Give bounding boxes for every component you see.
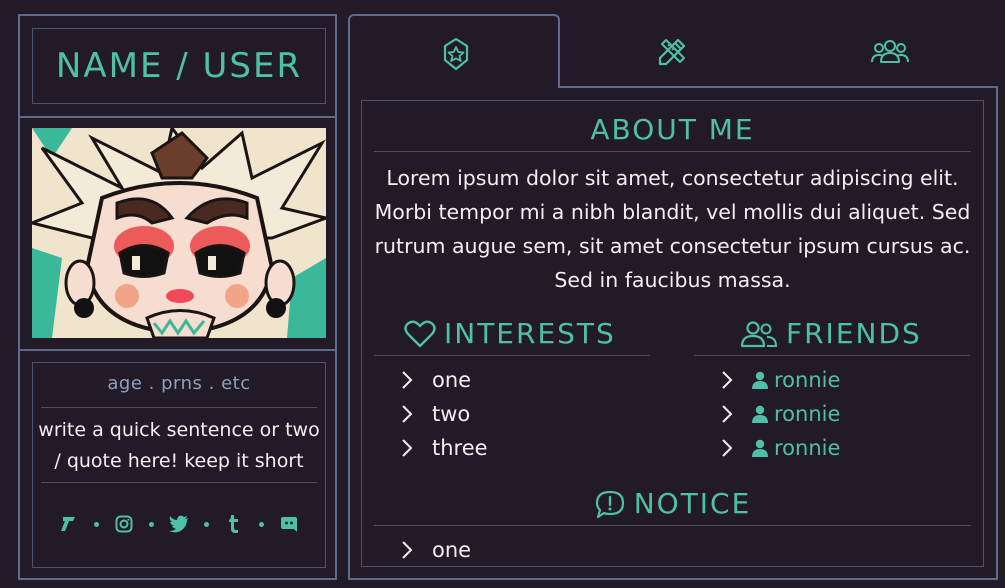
pencil-ruler-icon bbox=[658, 38, 686, 66]
divider bbox=[374, 355, 650, 356]
interest-label: one bbox=[432, 368, 472, 392]
tab-about[interactable] bbox=[348, 14, 560, 88]
user-icon bbox=[752, 439, 768, 457]
friends-list: ronnie ronnie ronnie bbox=[720, 363, 840, 465]
chevron-right-icon bbox=[402, 405, 413, 423]
divider bbox=[374, 525, 971, 526]
name-box: NAME / USER bbox=[32, 28, 326, 104]
friends-heading: FRIENDS bbox=[740, 317, 922, 350]
list-item: three bbox=[400, 431, 488, 465]
tab-art[interactable] bbox=[648, 30, 696, 74]
chevron-right-icon bbox=[722, 439, 733, 457]
list-item: one bbox=[400, 363, 488, 397]
user-icon bbox=[752, 371, 768, 389]
divider bbox=[694, 355, 970, 356]
list-item: ronnie bbox=[720, 397, 840, 431]
chevron-right-icon bbox=[722, 371, 733, 389]
profile-name: NAME / USER bbox=[55, 46, 303, 86]
content-panel: ABOUT ME Lorem ipsum dolor sit amet, con… bbox=[348, 14, 998, 580]
meta-text: age . prns . etc bbox=[107, 373, 251, 394]
discord-icon[interactable] bbox=[278, 513, 300, 535]
interest-label: two bbox=[432, 402, 471, 426]
instagram-icon[interactable] bbox=[113, 513, 135, 535]
friends-title: FRIENDS bbox=[786, 317, 922, 350]
chevron-right-icon bbox=[402, 371, 413, 389]
tab-friends[interactable] bbox=[866, 30, 914, 74]
chevron-right-icon bbox=[402, 541, 413, 559]
interests-heading: INTERESTS bbox=[404, 317, 616, 350]
list-item: ronnie bbox=[720, 431, 840, 465]
chevron-right-icon bbox=[402, 439, 413, 457]
notice-heading: NOTICE bbox=[362, 487, 983, 520]
interests-title: INTERESTS bbox=[444, 317, 616, 350]
list-item: two bbox=[400, 397, 488, 431]
users-icon bbox=[740, 320, 778, 347]
info-box: age . prns . etc write a quick sentence … bbox=[32, 362, 326, 568]
separator-dot bbox=[204, 521, 209, 527]
separator-dot bbox=[259, 521, 264, 527]
group-icon bbox=[871, 40, 909, 63]
heart-icon bbox=[404, 320, 436, 347]
about-title: ABOUT ME bbox=[590, 113, 755, 146]
user-icon bbox=[752, 405, 768, 423]
friend-name: ronnie bbox=[774, 368, 841, 392]
tumblr-icon[interactable] bbox=[223, 513, 245, 535]
twitter-icon[interactable] bbox=[168, 513, 190, 535]
separator-dot bbox=[149, 521, 154, 527]
toyhouse-icon[interactable] bbox=[58, 513, 80, 535]
notice-title: NOTICE bbox=[633, 487, 752, 520]
list-item: one bbox=[400, 533, 471, 567]
divider bbox=[374, 151, 971, 152]
divider bbox=[20, 349, 335, 351]
about-heading: ABOUT ME bbox=[362, 113, 983, 146]
list-item: ronnie bbox=[720, 363, 840, 397]
star-badge-icon bbox=[443, 37, 469, 71]
interest-label: three bbox=[432, 436, 488, 460]
separator-dot bbox=[94, 521, 99, 527]
notice-label: one bbox=[432, 538, 472, 562]
friend-link[interactable]: ronnie bbox=[752, 402, 840, 426]
quote-text: write a quick sentence or two / quote he… bbox=[38, 419, 320, 472]
divider bbox=[41, 482, 317, 483]
interests-list: one two three bbox=[400, 363, 488, 465]
speech-alert-icon bbox=[595, 490, 624, 518]
friend-link[interactable]: ronnie bbox=[752, 368, 840, 392]
friend-link[interactable]: ronnie bbox=[752, 436, 840, 460]
divider bbox=[20, 116, 335, 118]
friend-name: ronnie bbox=[774, 402, 841, 426]
friend-name: ronnie bbox=[774, 436, 841, 460]
about-text: Lorem ipsum dolor sit amet, consectetur … bbox=[374, 166, 971, 292]
notice-list: one bbox=[400, 533, 471, 567]
avatar-illustration bbox=[32, 128, 326, 338]
divider bbox=[41, 407, 317, 408]
social-links bbox=[33, 513, 325, 535]
avatar bbox=[32, 128, 326, 338]
chevron-right-icon bbox=[722, 405, 733, 423]
about-tab-content: ABOUT ME Lorem ipsum dolor sit amet, con… bbox=[361, 100, 984, 567]
profile-sidebar: NAME / USER age . prns . etc write a qui… bbox=[18, 14, 337, 580]
